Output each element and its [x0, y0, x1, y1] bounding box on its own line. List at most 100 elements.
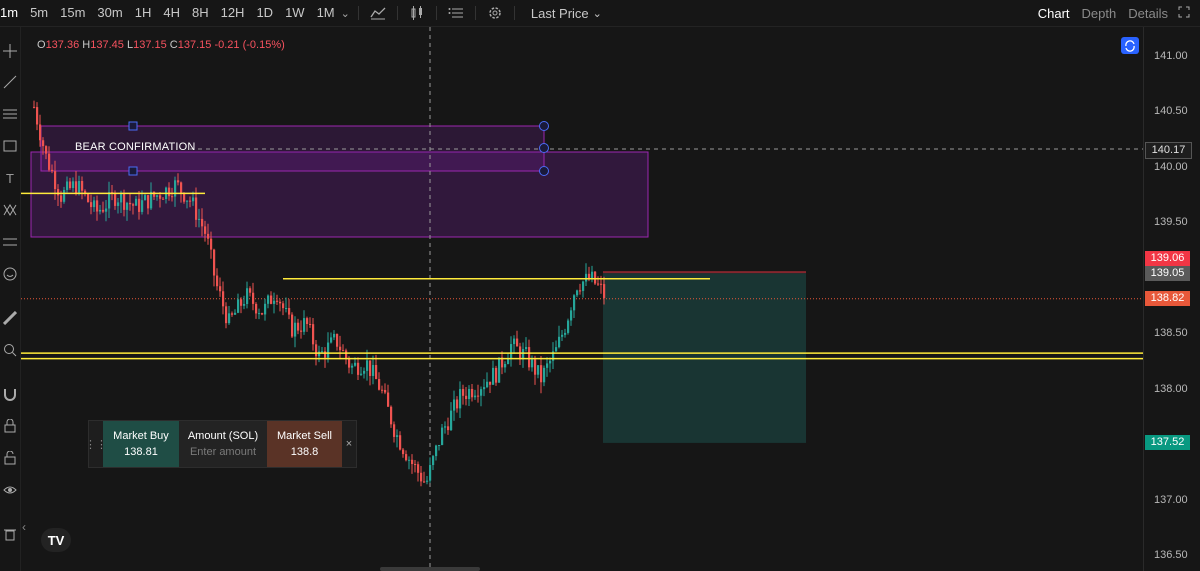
candle-body [282, 303, 285, 309]
candle-body [198, 218, 201, 220]
tradingview-logo[interactable]: TV [41, 528, 71, 552]
pattern-icon[interactable] [1, 201, 19, 219]
ruler-icon[interactable] [1, 309, 19, 327]
timeframe-dropdown-icon[interactable]: ⌄ [341, 7, 350, 20]
timeframe-12h[interactable]: 12H [215, 0, 251, 26]
candle-body [297, 322, 300, 331]
candle-body [219, 286, 222, 292]
toolbar-divider [357, 6, 359, 20]
candle-body [177, 180, 180, 183]
candle-body [213, 249, 216, 276]
amount-input[interactable]: Enter amount [190, 446, 256, 458]
timeframe-1w[interactable]: 1W [279, 0, 311, 26]
candle-body [387, 392, 390, 407]
candle-body [306, 318, 309, 324]
candle-body [153, 191, 156, 197]
candle-body [498, 357, 501, 383]
candle-body [564, 332, 567, 335]
candle-body [555, 347, 558, 352]
drawing-handle [128, 121, 138, 131]
quick-trade-panel: ⋮⋮ Market Buy 138.81 Amount (SOL) Enter … [85, 420, 357, 468]
crosshair-icon[interactable] [1, 42, 19, 60]
eye-icon[interactable] [1, 481, 19, 499]
candle-body [597, 283, 600, 285]
amount-label: Amount (SOL) [187, 430, 259, 442]
timeframe-1h[interactable]: 1H [129, 0, 158, 26]
timeframe-30m[interactable]: 30m [91, 0, 128, 26]
lock-drawing-icon[interactable] [1, 417, 19, 435]
amount-field[interactable]: Amount (SOL) Enter amount [179, 421, 267, 467]
candle-body [594, 271, 597, 284]
candle-body [453, 399, 456, 411]
indicators-icon[interactable] [445, 2, 467, 24]
candles-icon[interactable] [406, 2, 428, 24]
candle-body [507, 358, 510, 365]
market-sell-button[interactable]: Market Sell 138.8 [267, 421, 342, 467]
price-chart[interactable] [21, 27, 1143, 571]
candle-body [96, 200, 99, 212]
candle-body [348, 358, 351, 368]
candle-body [465, 395, 468, 400]
settings-gear-icon[interactable] [484, 2, 506, 24]
candle-body [378, 379, 381, 390]
timeframe-4h[interactable]: 4H [157, 0, 186, 26]
drawing-handle [539, 143, 549, 153]
change-value: -0.21 (-0.15%) [214, 39, 285, 51]
candle-body [408, 459, 411, 461]
candle-body [69, 181, 72, 189]
price-axis[interactable]: 141.00140.50140.00139.50139.00138.50138.… [1143, 27, 1200, 571]
tab-depth[interactable]: Depth [1076, 6, 1123, 21]
timeframe-1m[interactable]: 1M [311, 0, 341, 26]
market-buy-button[interactable]: Market Buy 138.81 [103, 421, 179, 467]
candle-body [504, 364, 507, 368]
trash-icon[interactable] [1, 525, 19, 543]
candle-body [471, 388, 474, 398]
candle-body [558, 336, 561, 348]
tab-chart[interactable]: Chart [1032, 6, 1076, 21]
bear-confirmation-label[interactable]: BEAR CONFIRMATION [75, 141, 196, 153]
candle-body [561, 334, 564, 337]
tab-details[interactable]: Details [1122, 6, 1174, 21]
candle-body [192, 197, 195, 202]
candle-body [183, 192, 186, 202]
close-value: 137.15 [177, 39, 212, 51]
rectangle-icon[interactable] [1, 137, 19, 155]
candlestick-plot[interactable] [21, 27, 1143, 571]
candle-body [603, 284, 606, 299]
sync-icon[interactable] [1121, 37, 1139, 54]
text-tool-icon[interactable]: T [1, 169, 19, 187]
lock-icon[interactable] [1, 449, 19, 467]
magnet-icon[interactable] [1, 385, 19, 403]
close-icon[interactable]: × [342, 421, 356, 467]
candle-body [315, 344, 318, 357]
low-value: 137.15 [133, 39, 167, 51]
chart-type-icon[interactable] [367, 2, 389, 24]
candle-body [513, 338, 516, 345]
time-scrollbar[interactable] [380, 567, 480, 571]
price-tick: 138.00 [1154, 382, 1188, 395]
close-label: C [169, 39, 178, 51]
candle-body [432, 456, 435, 466]
candle-body [438, 444, 441, 446]
candle-body [474, 395, 477, 398]
chevron-left-icon[interactable]: ‹ [22, 520, 26, 534]
timeframe-8h[interactable]: 8H [186, 0, 215, 26]
candle-body [441, 427, 444, 445]
candle-body [276, 300, 279, 302]
price-mode-select[interactable]: Last Price ⌄ [531, 6, 602, 21]
drag-handle-icon[interactable]: ⋮⋮ [85, 421, 107, 467]
candle-body [342, 350, 345, 352]
timeframe-1m[interactable]: 1m [0, 0, 24, 26]
timeframe-15m[interactable]: 15m [54, 0, 91, 26]
candle-body [537, 365, 540, 375]
trendline-icon[interactable] [1, 73, 19, 91]
fullscreen-icon[interactable] [1174, 6, 1200, 21]
timeframe-1d[interactable]: 1D [250, 0, 279, 26]
zoom-icon[interactable] [1, 341, 19, 359]
position-tool-icon[interactable] [1, 233, 19, 251]
emoji-icon[interactable] [1, 265, 19, 283]
timeframe-5m[interactable]: 5m [24, 0, 54, 26]
horizontal-lines-icon[interactable] [1, 105, 19, 123]
candle-body [321, 351, 324, 353]
candle-body [486, 381, 489, 388]
